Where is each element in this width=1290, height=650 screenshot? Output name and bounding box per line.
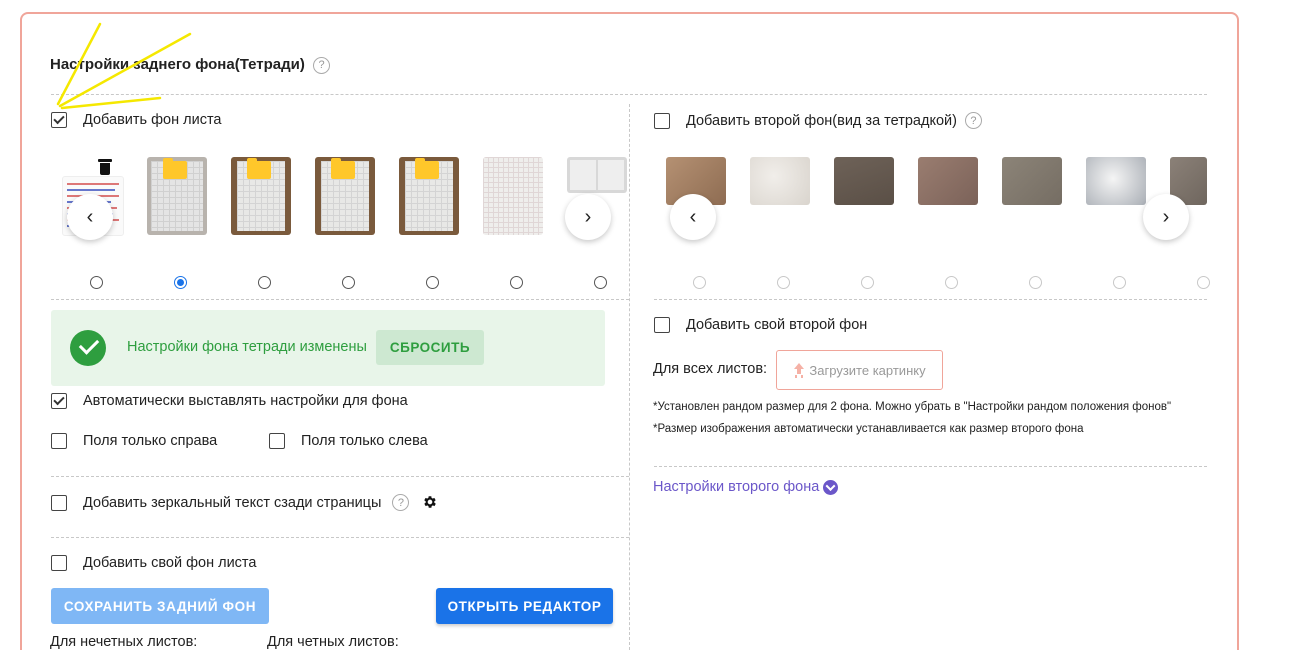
random-size-note: *Установлен рандом размер для 2 фона. Мо… — [653, 401, 1172, 413]
help-icon[interactable]: ? — [392, 494, 410, 511]
margin-left-checkbox-row[interactable]: Поля только слева — [269, 433, 428, 449]
bg-thumbnail-wood-dark[interactable] — [834, 157, 894, 205]
chevron-down-icon — [823, 479, 839, 495]
bg-thumbnail-table-brown[interactable] — [918, 157, 978, 205]
bg-thumbnail-radio[interactable] — [1197, 276, 1210, 289]
image-size-note: *Размер изображения автоматически устана… — [653, 423, 1084, 435]
thumbnail-notebook-spiral-grid-3[interactable] — [399, 157, 459, 235]
section-title: Настройки заднего фона(Тетради) ? — [50, 56, 331, 74]
second-bg-checkbox[interactable] — [654, 112, 670, 129]
thumbnail-radio[interactable] — [594, 276, 607, 289]
even-sheets-label: Для четных листов: — [267, 634, 399, 650]
left-carousel-prev-button[interactable]: ‹ — [67, 194, 113, 240]
divider — [654, 466, 1207, 467]
divider — [51, 476, 629, 477]
left-carousel-next-button[interactable]: › — [565, 194, 611, 240]
folder-icon — [415, 158, 439, 179]
divider — [51, 94, 1207, 95]
thumbnail-notebook-spiral-grid-2[interactable] — [315, 157, 375, 235]
own-second-bg-checkbox[interactable] — [654, 317, 670, 333]
success-message: Настройки фона тетради изменены — [127, 339, 367, 355]
auto-settings-checkbox[interactable] — [51, 393, 67, 409]
thumbnail-radio-selected[interactable] — [174, 276, 187, 289]
add-sheet-bg-label: Добавить фон листа — [83, 112, 222, 128]
divider — [654, 299, 1207, 300]
folder-icon — [163, 158, 187, 179]
check-circle-icon — [70, 330, 106, 366]
folder-icon — [331, 158, 355, 179]
column-divider — [629, 104, 630, 650]
mirror-text-label: Добавить зеркальный текст сзади страницы — [83, 494, 382, 511]
odd-sheets-label: Для нечетных листов: — [50, 634, 198, 650]
auto-settings-label: Автоматически выставлять настройки для ф… — [83, 393, 408, 409]
divider — [51, 299, 629, 300]
second-bg-label: Добавить второй фон(вид за тетрадкой) — [686, 112, 957, 129]
bg-thumbnail-table-light[interactable] — [1086, 157, 1146, 205]
bg-thumbnail-radio[interactable] — [861, 276, 874, 289]
section-title-text: Настройки заднего фона(Тетради) — [50, 56, 305, 73]
upload-label: Загрузите картинку — [809, 362, 926, 378]
trash-icon[interactable] — [98, 158, 112, 175]
bg-thumbnail-radio[interactable] — [777, 276, 790, 289]
reset-button[interactable]: СБРОСИТЬ — [376, 330, 484, 365]
bg-thumbnail-radio[interactable] — [693, 276, 706, 289]
thumbnail-radio[interactable] — [426, 276, 439, 289]
chevron-left-icon: ‹ — [689, 205, 697, 228]
upload-image-button[interactable]: Загрузите картинку — [776, 350, 943, 390]
margin-right-label: Поля только справа — [83, 433, 218, 449]
own-second-bg-label: Добавить свой второй фон — [686, 317, 868, 333]
bg-thumbnail-radio[interactable] — [945, 276, 958, 289]
gear-icon[interactable] — [422, 494, 438, 510]
own-bg-checkbox[interactable] — [51, 555, 67, 571]
margin-left-label: Поля только слева — [301, 433, 428, 449]
margin-right-checkbox-row[interactable]: Поля только справа — [51, 433, 217, 449]
add-sheet-bg-checkbox[interactable] — [51, 112, 67, 128]
auto-settings-checkbox-row[interactable]: Автоматически выставлять настройки для ф… — [51, 393, 408, 409]
mirror-text-checkbox[interactable] — [51, 494, 67, 511]
own-bg-label: Добавить свой фон листа — [83, 555, 257, 571]
help-icon[interactable]: ? — [313, 56, 331, 74]
bg-thumbnail-radio[interactable] — [1113, 276, 1126, 289]
chevron-right-icon: › — [1162, 205, 1170, 228]
second-bg-settings-link[interactable]: Настройки второго фона — [653, 479, 839, 495]
save-background-button[interactable]: СОХРАНИТЬ ЗАДНИЙ ФОН — [51, 588, 269, 624]
thumbnail-notebook-spiral-grid-1[interactable] — [231, 157, 291, 235]
thumbnail-radio[interactable] — [510, 276, 523, 289]
add-sheet-bg-checkbox-row[interactable]: Добавить фон листа — [51, 112, 222, 128]
success-alert: Настройки фона тетради изменены СБРОСИТЬ — [51, 310, 605, 386]
own-second-bg-checkbox-row[interactable]: Добавить свой второй фон — [654, 317, 867, 333]
thumbnail-plain-grid-sheet[interactable] — [483, 157, 543, 235]
bg-thumbnail-table-grey[interactable] — [1002, 157, 1062, 205]
help-icon[interactable]: ? — [964, 112, 982, 129]
bg-thumbnail-leather-white[interactable] — [750, 157, 810, 205]
bg-thumbnail-radio[interactable] — [1029, 276, 1042, 289]
margin-right-checkbox[interactable] — [51, 433, 67, 449]
own-bg-checkbox-row[interactable]: Добавить свой фон листа — [51, 555, 256, 571]
folder-icon — [247, 158, 271, 179]
open-editor-button[interactable]: ОТКРЫТЬ РЕДАКТОР — [436, 588, 613, 624]
thumbnail-notebook-ring-grid[interactable] — [147, 157, 207, 235]
second-bg-settings-label: Настройки второго фона — [653, 479, 820, 495]
second-bg-checkbox-row[interactable]: Добавить второй фон(вид за тетрадкой) ? — [654, 112, 982, 129]
upload-icon — [793, 363, 805, 377]
thumbnail-radio[interactable] — [258, 276, 271, 289]
thumbnail-radio[interactable] — [342, 276, 355, 289]
all-sheets-label: Для всех листов: — [653, 361, 768, 377]
margin-left-checkbox[interactable] — [269, 433, 285, 449]
right-carousel-next-button[interactable]: › — [1143, 194, 1189, 240]
chevron-right-icon: › — [584, 205, 592, 228]
mirror-text-checkbox-row[interactable]: Добавить зеркальный текст сзади страницы… — [51, 494, 410, 511]
right-carousel-prev-button[interactable]: ‹ — [670, 194, 716, 240]
divider — [51, 537, 629, 538]
chevron-left-icon: ‹ — [86, 205, 94, 228]
thumbnail-radio[interactable] — [90, 276, 103, 289]
thumbnail-notebook-open[interactable] — [567, 157, 627, 193]
